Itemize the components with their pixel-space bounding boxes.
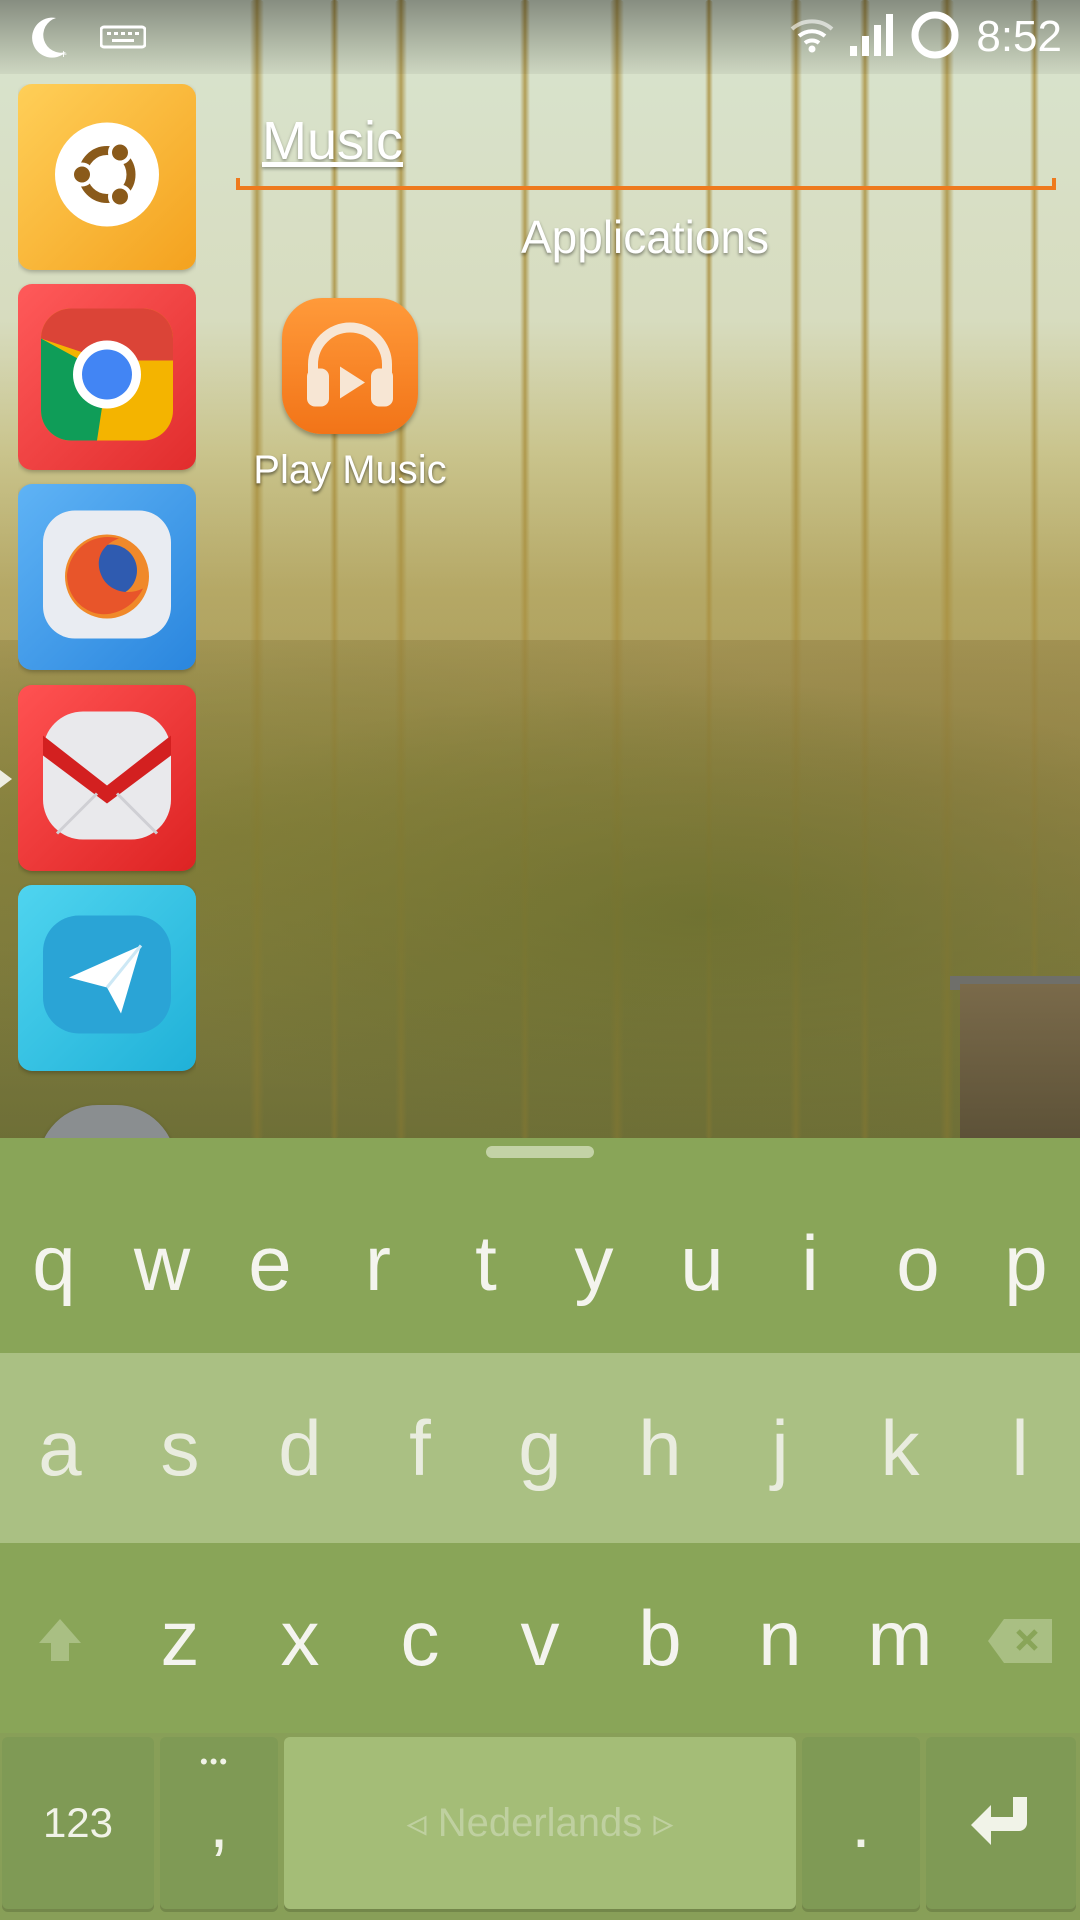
key-c[interactable]: c	[360, 1543, 480, 1733]
key-y[interactable]: y	[540, 1138, 648, 1353]
key-m[interactable]: m	[840, 1543, 960, 1733]
key-q[interactable]: q	[0, 1138, 108, 1353]
key-enter[interactable]	[926, 1737, 1076, 1909]
key-comma[interactable]: ••• ,	[160, 1737, 278, 1909]
key-n[interactable]: n	[720, 1543, 840, 1733]
key-shift[interactable]	[0, 1543, 120, 1733]
key-j[interactable]: j	[720, 1353, 840, 1543]
on-screen-keyboard: q w e r t y u i o p a s d f g h j k l z …	[0, 1138, 1080, 1920]
keyboard-drag-handle[interactable]	[486, 1146, 594, 1158]
launcher-app-firefox[interactable]	[18, 484, 196, 670]
key-e[interactable]: e	[216, 1138, 324, 1353]
enter-icon	[969, 1795, 1033, 1852]
keyboard-row-4: 123 ••• , ◃ Nederlands ▹ .	[0, 1733, 1080, 1920]
key-k[interactable]: k	[840, 1353, 960, 1543]
key-l[interactable]: l	[960, 1353, 1080, 1543]
search-query[interactable]: Music	[262, 110, 403, 172]
headphones-icon	[295, 309, 405, 424]
key-p[interactable]: p	[972, 1138, 1080, 1353]
moon-icon: +	[30, 14, 70, 65]
key-o[interactable]: o	[864, 1138, 972, 1353]
edge-handle-arrow[interactable]	[0, 770, 12, 788]
key-u[interactable]: u	[648, 1138, 756, 1353]
status-bar: + 8:52	[0, 0, 1080, 74]
key-v[interactable]: v	[480, 1543, 600, 1733]
key-d[interactable]: d	[240, 1353, 360, 1543]
firefox-icon	[37, 505, 177, 650]
signal-icon	[850, 13, 894, 61]
key-a[interactable]: a	[0, 1353, 120, 1543]
play-music-label[interactable]: Play Music	[230, 448, 470, 493]
clock: 8:52	[976, 12, 1062, 61]
keyboard-row-3: z x c v b n m	[0, 1543, 1080, 1733]
backspace-icon	[986, 1593, 1054, 1684]
launcher-app-partial[interactable]	[38, 1105, 176, 1138]
shift-arrow-icon	[35, 1593, 85, 1684]
key-space[interactable]: ◃ Nederlands ▹	[284, 1737, 796, 1909]
key-backspace[interactable]	[960, 1543, 1080, 1733]
key-x[interactable]: x	[240, 1543, 360, 1733]
more-dots-icon: •••	[200, 1749, 230, 1774]
key-period[interactable]: .	[802, 1737, 920, 1909]
keyboard-row-2: a s d f g h j k l	[0, 1353, 1080, 1543]
key-r[interactable]: r	[324, 1138, 432, 1353]
key-f[interactable]: f	[360, 1353, 480, 1543]
key-numbers[interactable]: 123	[2, 1737, 154, 1909]
key-h[interactable]: h	[600, 1353, 720, 1543]
chrome-icon	[37, 305, 177, 450]
keyboard-icon	[99, 24, 147, 55]
telegram-plane-icon	[37, 906, 177, 1051]
launcher-app-chrome[interactable]	[18, 284, 196, 470]
key-t[interactable]: t	[432, 1138, 540, 1353]
key-w[interactable]: w	[108, 1138, 216, 1353]
mail-envelope-icon	[37, 706, 177, 851]
key-i[interactable]: i	[756, 1138, 864, 1353]
svg-text:+: +	[60, 47, 67, 60]
launcher-app-telegram[interactable]	[18, 885, 196, 1071]
battery-ring-icon	[910, 10, 960, 65]
keyboard-row-1: q w e r t y u i o p	[0, 1138, 1080, 1353]
key-comma-label: ,	[209, 1784, 229, 1862]
play-music-app-icon[interactable]	[282, 298, 418, 434]
search-underline	[236, 178, 1056, 190]
key-g[interactable]: g	[480, 1353, 600, 1543]
key-s[interactable]: s	[120, 1353, 240, 1543]
section-title-applications: Applications	[520, 211, 770, 263]
launcher-app-mail[interactable]	[18, 685, 196, 871]
wifi-icon	[790, 17, 834, 58]
key-b[interactable]: b	[600, 1543, 720, 1733]
key-z[interactable]: z	[120, 1543, 240, 1733]
